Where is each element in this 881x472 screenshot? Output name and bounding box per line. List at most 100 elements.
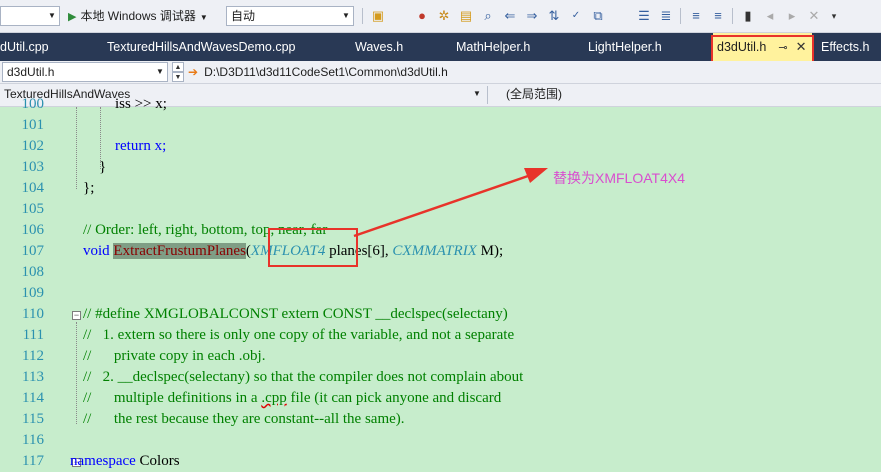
debug-mode-dropdown[interactable]: 自动 ▼	[226, 6, 354, 26]
line-number: 100	[21, 96, 45, 112]
outline-icon[interactable]: ≣	[658, 8, 674, 24]
code-text: Colors	[135, 453, 180, 469]
code-line-100: iss >> x;	[115, 94, 167, 115]
code-line-114: // multiple definitions in a .cpp file (…	[83, 388, 501, 409]
folder-icon[interactable]: ▤	[458, 8, 474, 24]
start-debugger-button[interactable]: ▶ 本地 Windows 调试器 ▼	[68, 6, 208, 26]
tab-label: LightHelper.h	[588, 40, 662, 54]
indent-icon[interactable]: ≡	[688, 8, 704, 24]
fold-toggle-icon[interactable]: −	[72, 311, 81, 320]
type-xmfloat4[interactable]: XMFLOAT4	[251, 243, 325, 259]
chevron-down-icon: ▼	[199, 13, 208, 22]
line-number: 102	[21, 138, 45, 154]
annotation-callout: 替换为XMFLOAT4X4	[553, 170, 685, 186]
code-keyword: void	[83, 243, 110, 259]
line-number: 116	[22, 432, 44, 448]
line-number: 113	[22, 369, 44, 385]
tab-lighthelper-h[interactable]: LightHelper.h	[588, 33, 662, 61]
find-in-files-icon[interactable]: ▣	[370, 8, 386, 24]
code-line-102: return x;	[115, 136, 166, 157]
outdent-icon[interactable]: ≡	[710, 8, 726, 24]
line-number: 108	[21, 264, 45, 280]
scope-dropdown[interactable]: (全局范围)	[492, 85, 881, 105]
code-text: }	[99, 159, 107, 175]
line-number: 110	[22, 306, 44, 322]
code-text: planes[6],	[325, 243, 393, 259]
sort-icon[interactable]: ⇅	[546, 8, 562, 24]
type-cxmmatrix[interactable]: CXMMATRIX	[392, 243, 476, 259]
code-comment: // 1. extern so there is only one copy o…	[83, 327, 515, 343]
line-number: 101	[21, 117, 45, 133]
line-number: 107	[21, 243, 45, 259]
arrow-right-icon: ➔	[188, 65, 199, 79]
code-comment: // 2. __declspec(selectany) so that the …	[83, 369, 524, 385]
bookmark-icon[interactable]: ▮	[740, 8, 756, 24]
toolbar-separator	[362, 8, 363, 24]
debug-mode-value: 自动	[231, 9, 256, 23]
spell-error-text: .cpp	[261, 390, 287, 406]
tab-d3dutil-cpp[interactable]: dUtil.cpp	[0, 33, 49, 61]
line-number: 115	[22, 411, 44, 427]
code-comment: // multiple definitions in a	[83, 390, 262, 406]
code-keyword: namespace	[70, 453, 136, 469]
spell-check-icon[interactable]: ✓	[568, 8, 584, 24]
step-forward-icon[interactable]: ⇒	[524, 8, 540, 24]
bookmark-next-icon[interactable]: ▸	[784, 8, 800, 24]
toolbar-separator	[732, 8, 733, 24]
scroll-down-button[interactable]: ▼	[172, 72, 184, 82]
chevron-down-icon: ▼	[156, 67, 164, 76]
nav-divider	[487, 86, 488, 104]
code-text: iss >> x;	[115, 96, 167, 112]
chevron-down-icon: ▼	[48, 11, 56, 20]
code-line-110: // #define XMGLOBALCONST extern CONST __…	[83, 304, 508, 325]
file-dropdown[interactable]: d3dUtil.h ▼	[2, 62, 168, 82]
close-icon[interactable]: ✕	[796, 39, 807, 54]
copy-icon[interactable]: ⧉	[590, 8, 606, 24]
indent-guide	[76, 107, 77, 189]
function-name-highlight[interactable]: ExtractFrustumPlanes	[113, 243, 246, 259]
bookmark-prev-icon[interactable]: ◂	[762, 8, 778, 24]
code-line-115: // the rest because they are constant--a…	[83, 409, 405, 430]
code-comment: // Order: left, right, bottom, top, near…	[83, 222, 328, 238]
format-icon[interactable]: ☰	[636, 8, 652, 24]
tab-label: MathHelper.h	[456, 40, 531, 54]
bookmark-clear-icon[interactable]: ✕	[806, 8, 822, 24]
pin-icon[interactable]: ⊸	[778, 42, 787, 54]
code-line-111: // 1. extern so there is only one copy o…	[83, 325, 514, 346]
code-comment: // the rest because they are constant--a…	[83, 411, 405, 427]
search-icon[interactable]: ⌕	[480, 8, 496, 24]
line-number: 106	[21, 222, 45, 238]
tab-texturedhillsandwavesdemo-cpp[interactable]: TexturedHillsAndWavesDemo.cpp	[107, 33, 296, 61]
tab-d3dutil-h[interactable]: d3dUtil.h ⊸ ✕	[713, 33, 812, 61]
code-line-112: // private copy in each .obj.	[83, 346, 265, 367]
code-text: };	[83, 180, 95, 196]
code-text: M);	[476, 243, 504, 259]
breakpoint-icon[interactable]: ●	[414, 8, 430, 24]
scroll-up-button[interactable]: ▲	[172, 62, 184, 72]
document-tab-bar: dUtil.cpp TexturedHillsAndWavesDemo.cpp …	[0, 33, 881, 61]
code-comment: // private copy in each .obj.	[83, 348, 266, 364]
file-dropdown-value: d3dUtil.h	[7, 65, 55, 79]
tab-effects-h[interactable]: Effects.h	[821, 33, 869, 61]
scope-dropdown-value: (全局范围)	[506, 87, 562, 101]
tab-label: d3dUtil.h	[717, 40, 767, 54]
debugger-label: 本地 Windows 调试器	[80, 9, 196, 23]
line-number: 112	[22, 348, 44, 364]
watch-icon[interactable]: ✲	[436, 8, 452, 24]
file-path: ➔ D:\D3D11\d3d11CodeSet1\Common\d3dUtil.h	[188, 61, 448, 83]
main-toolbar: ▼ ▶ 本地 Windows 调试器 ▼ 自动 ▼ ▣ ● ✲ ▤ ⌕ ⇐ ⇒ ⇅ …	[0, 0, 881, 33]
code-line-113: // 2. __declspec(selectany) so that the …	[83, 367, 523, 388]
line-number: 104	[21, 180, 45, 196]
code-line-106: // Order: left, right, bottom, top, near…	[83, 220, 327, 241]
tab-waves-h[interactable]: Waves.h	[355, 33, 403, 61]
project-dropdown[interactable]: TexturedHillsAndWaves ▼	[0, 85, 484, 105]
indent-guide	[76, 322, 77, 424]
play-icon: ▶	[68, 11, 77, 23]
tab-mathhelper-h[interactable]: MathHelper.h	[456, 33, 530, 61]
tab-label: TexturedHillsAndWavesDemo.cpp	[107, 40, 296, 54]
tab-label: dUtil.cpp	[0, 40, 49, 54]
line-number: 105	[21, 201, 45, 217]
toolbar-overflow-icon[interactable]: ▾	[826, 8, 842, 24]
step-back-icon[interactable]: ⇐	[502, 8, 518, 24]
solution-config-dropdown[interactable]: ▼	[0, 6, 60, 26]
